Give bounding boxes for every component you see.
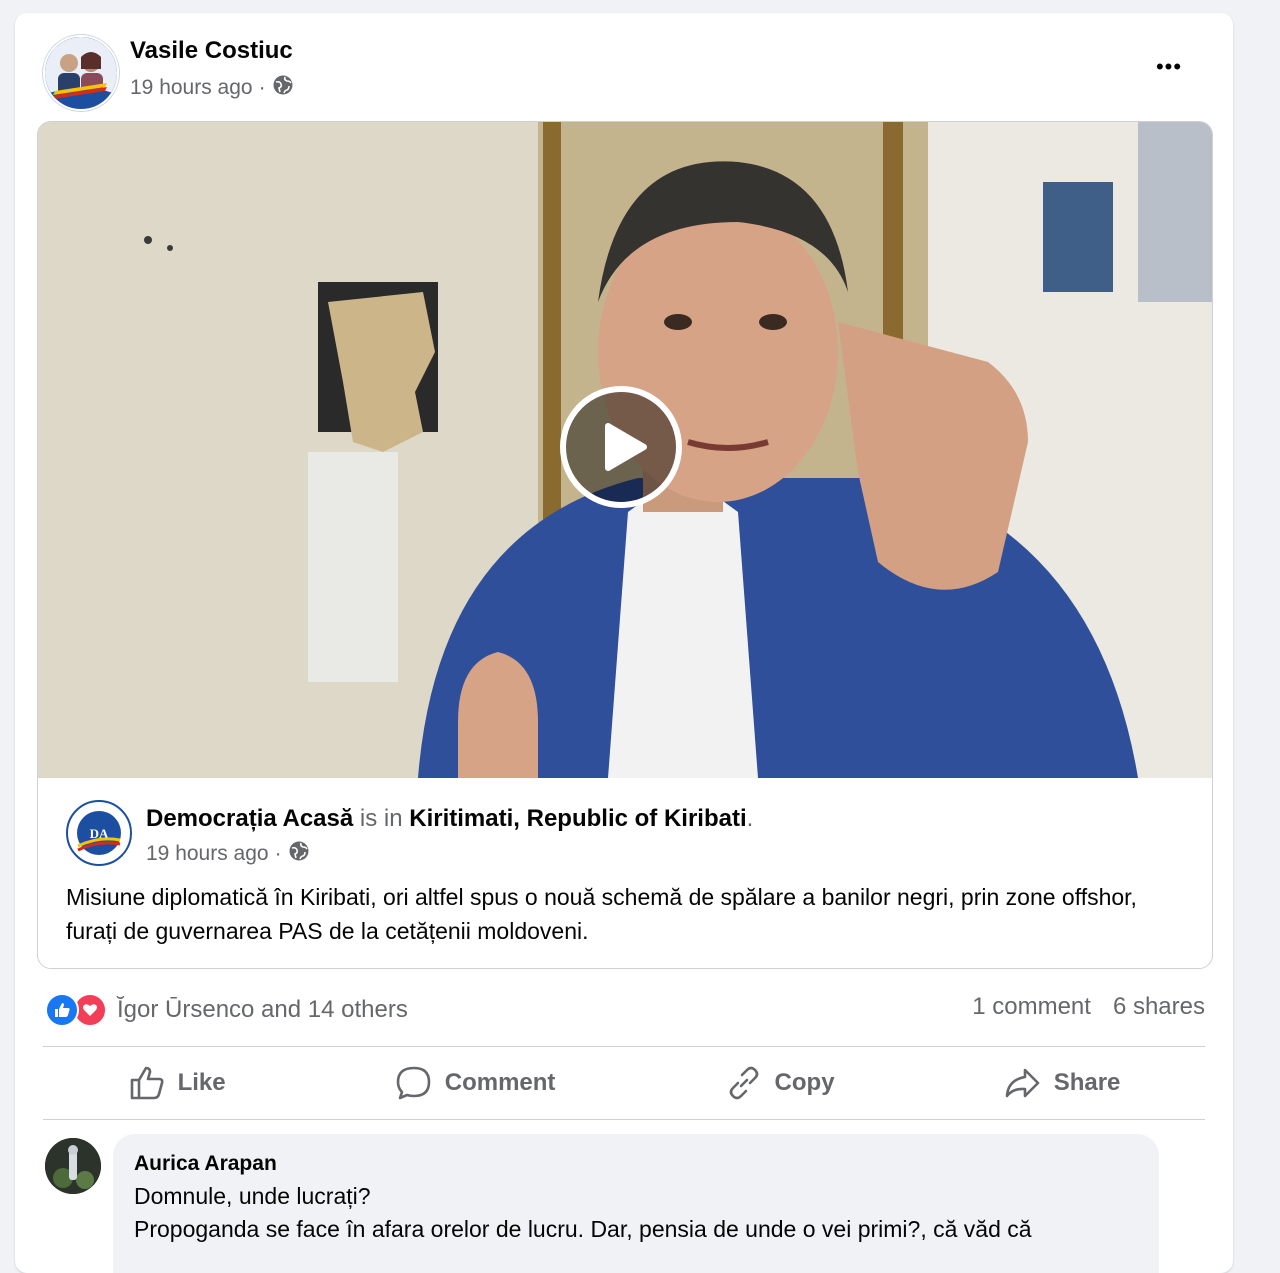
comment-line: Domnule, unde lucrați? xyxy=(134,1183,371,1209)
is-in-label: is in xyxy=(359,805,403,832)
link-icon xyxy=(729,1066,758,1100)
play-icon xyxy=(605,423,647,471)
meta-separator: · xyxy=(258,76,266,99)
meta-separator: · xyxy=(274,842,282,865)
more-options-button[interactable]: ••• xyxy=(1149,54,1189,79)
post-meta: 19 hours ago · xyxy=(130,74,294,102)
divider xyxy=(43,1119,1205,1120)
globe-icon xyxy=(272,74,294,102)
share-count[interactable]: 6 shares xyxy=(1113,993,1205,1021)
commenter-name[interactable]: Aurica Arapan xyxy=(134,1152,277,1176)
location-link[interactable]: Kiritimati, Republic of Kiribati xyxy=(409,805,746,832)
thumbs-up-icon xyxy=(130,1066,164,1100)
like-label: Like xyxy=(177,1069,226,1096)
post-card: Vasile Costiuc 19 hours ago · ••• DA Dem… xyxy=(15,13,1233,1273)
comment-count[interactable]: 1 comment xyxy=(972,993,1091,1021)
reactors-label[interactable]: Ĭgor Ūrsenco and 14 others xyxy=(117,996,408,1024)
share-button[interactable]: Share xyxy=(984,1056,1141,1110)
commenter-avatar[interactable] xyxy=(45,1138,101,1194)
shared-header: Democrația Acasă is in Kiritimati, Repub… xyxy=(146,805,753,833)
share-arrow-icon xyxy=(1005,1068,1039,1098)
action-bar: Like Comment Copy Share xyxy=(43,1047,1205,1119)
comment-label: Comment xyxy=(444,1069,556,1096)
page-name[interactable]: Democrația Acasă xyxy=(146,805,353,832)
reactions-summary[interactable]: Ĭgor Ūrsenco and 14 others xyxy=(45,993,408,1027)
speech-bubble-icon xyxy=(396,1066,431,1100)
globe-icon xyxy=(288,840,310,868)
page-avatar[interactable]: DA xyxy=(66,800,132,866)
comment-button[interactable]: Comment xyxy=(375,1056,576,1110)
comment-text: Domnule, unde lucrați? Propoganda se fac… xyxy=(134,1180,1144,1246)
shared-post[interactable]: DA Democrația Acasă is in Kiritimati, Re… xyxy=(37,121,1213,969)
author-name[interactable]: Vasile Costiuc xyxy=(130,37,293,65)
like-button[interactable]: Like xyxy=(108,1056,246,1110)
video-player[interactable] xyxy=(38,122,1212,778)
play-button[interactable] xyxy=(560,386,682,508)
post-stats: 1 comment 6 shares xyxy=(972,993,1205,1021)
copy-label: Copy xyxy=(774,1069,835,1096)
title-period: . xyxy=(746,805,754,832)
like-reaction-icon xyxy=(45,993,79,1027)
comment-line: Propoganda se face în afara orelor de lu… xyxy=(134,1216,1032,1242)
author-avatar[interactable] xyxy=(43,35,119,111)
shared-meta: 19 hours ago · xyxy=(146,840,310,868)
shared-timestamp[interactable]: 19 hours ago xyxy=(146,842,269,866)
shared-text: Misiune diplomatică în Kiribati, ori alt… xyxy=(66,884,1137,944)
comment-bubble: Aurica Arapan Domnule, unde lucrați? Pro… xyxy=(113,1134,1159,1273)
copy-link-button[interactable]: Copy xyxy=(705,1056,855,1110)
post-timestamp[interactable]: 19 hours ago xyxy=(130,76,253,100)
share-label: Share xyxy=(1053,1069,1121,1096)
